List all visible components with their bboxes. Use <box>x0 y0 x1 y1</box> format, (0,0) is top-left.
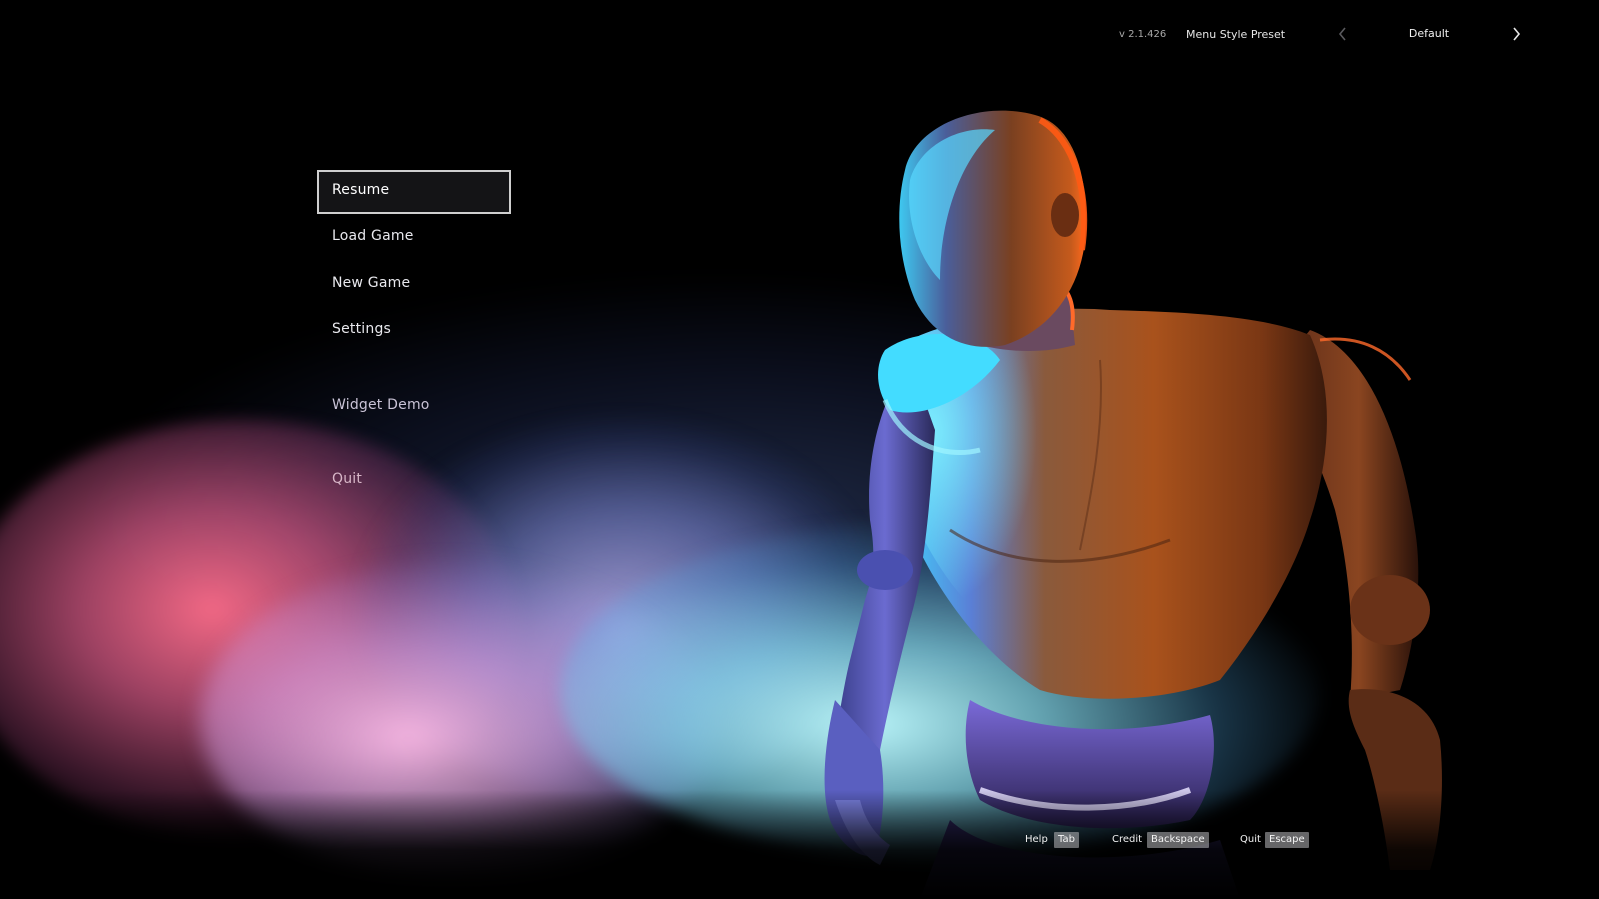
mannequin-character <box>824 110 1442 899</box>
hint-label: Credit <box>1112 834 1143 845</box>
menu-item-label: Settings <box>332 321 392 337</box>
menu-item-label: Resume <box>332 182 390 198</box>
menu-item-settings[interactable]: Settings <box>317 309 511 353</box>
chevron-right-icon[interactable] <box>1506 24 1526 44</box>
menu-item-resume[interactable]: Resume <box>317 170 511 214</box>
key-badge: Backspace <box>1147 832 1209 848</box>
version-label: v 2.1.426 <box>1119 29 1167 40</box>
menu-style-preset-label: Menu Style Preset <box>1186 28 1286 41</box>
floor-shadow <box>0 790 1599 899</box>
hint-label: Quit <box>1240 834 1261 845</box>
menu-item-label: New Game <box>332 275 411 291</box>
key-badge: Escape <box>1265 832 1309 848</box>
key-badge: Tab <box>1054 832 1079 848</box>
main-menu-screen: v 2.1.426 Menu Style Preset Default Resu… <box>0 0 1599 899</box>
chevron-left-icon[interactable] <box>1333 24 1353 44</box>
hint-label: Help <box>1025 834 1048 845</box>
menu-item-load-game[interactable]: Load Game <box>317 216 511 260</box>
menu-item-label: Load Game <box>332 228 414 244</box>
menu-item-new-game[interactable]: New Game <box>317 263 511 307</box>
menu-item-label: Widget Demo <box>332 397 430 413</box>
menu-item-label: Quit <box>332 471 363 487</box>
menu-item-quit[interactable]: Quit <box>317 459 511 503</box>
menu-style-preset-value: Default <box>1408 27 1450 40</box>
menu-item-widget-demo[interactable]: Widget Demo <box>317 385 511 429</box>
